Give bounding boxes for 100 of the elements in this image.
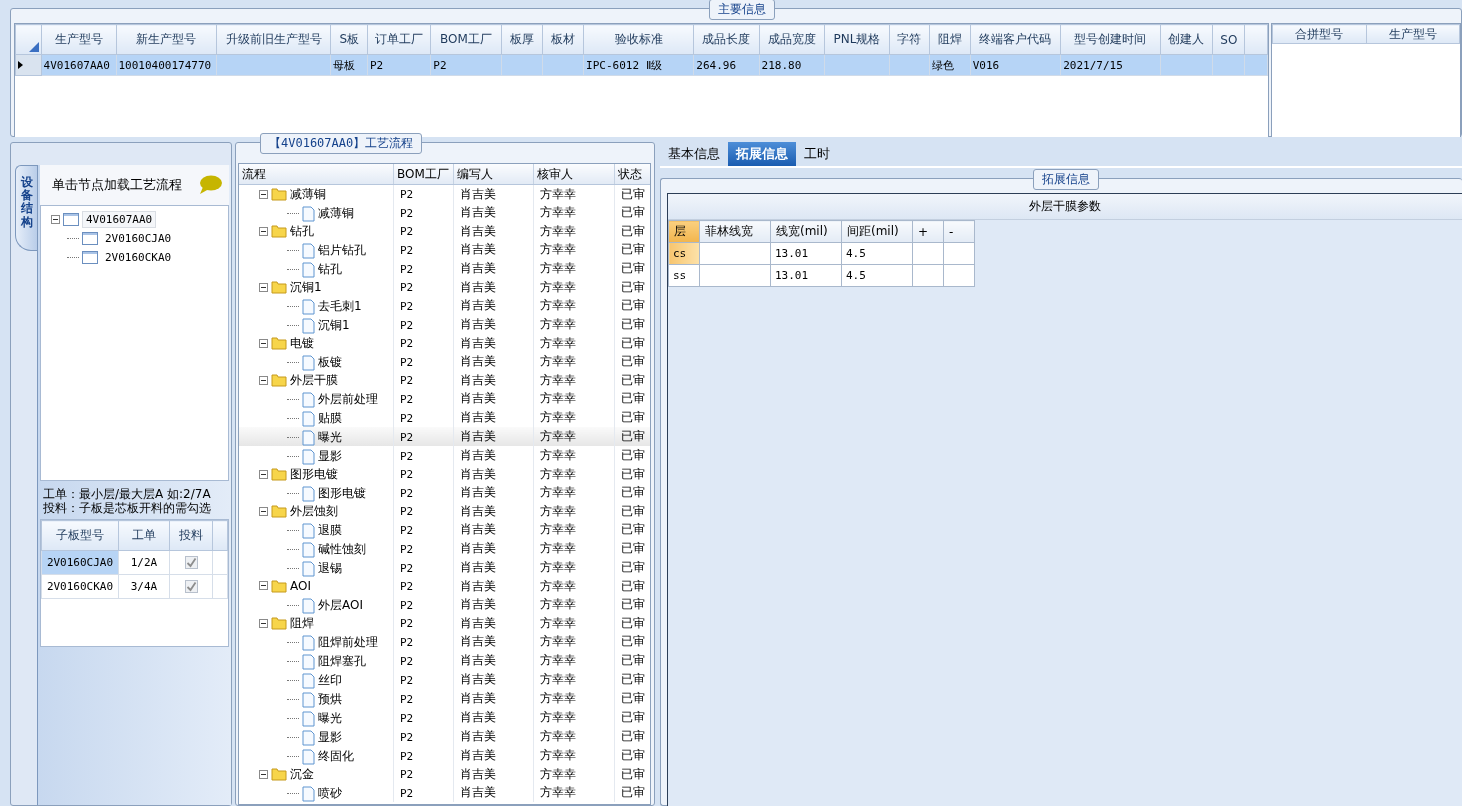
column-header[interactable]: 菲林线宽 [699,220,771,243]
process-row[interactable]: 铝片钻孔 P2 肖吉美 方幸幸 已审 [239,240,650,259]
column-header[interactable]: 编写人 [453,164,534,185]
column-header[interactable]: 字符 [889,24,930,55]
column-header[interactable]: 合拼型号 [1272,24,1366,44]
process-row[interactable]: AOI P2 肖吉美 方幸幸 已审 [239,577,650,595]
collapse-icon[interactable] [51,215,60,224]
tab[interactable]: 工时 [796,142,838,166]
data-row[interactable]: 4V01607AA0 10010400174770 母板 P2 P2 IPC-6012 Ⅱ级 264.96 218.80 绿色 V016 2021/7/15 [15,54,1268,76]
table-cell: P2 [400,730,414,744]
process-row[interactable]: 外层蚀刻 P2 肖吉美 方幸幸 已审 [239,502,650,520]
process-row[interactable]: 板镀 P2 肖吉美 方幸幸 已审 [239,352,650,371]
process-row[interactable]: 碱性蚀刻 P2 肖吉美 方幸幸 已审 [239,539,650,558]
column-header[interactable]: 工单 [118,520,170,551]
process-row[interactable]: 曝光 P2 肖吉美 方幸幸 已审 [239,427,650,446]
column-header[interactable]: 生产型号 [41,24,116,55]
process-row[interactable]: 沉金 P2 肖吉美 方幸幸 已审 [239,765,650,783]
step-name: 阻焊 [290,614,314,632]
note-text: 工单：最小层/最大层A 如:2/7A [42,487,212,501]
column-header[interactable]: 成品宽度 [759,24,825,55]
table-cell: 方幸幸 [540,597,576,611]
column-header[interactable]: 型号创建时间 [1060,24,1161,55]
table-cell: 264.96 [696,58,737,72]
process-row[interactable]: 减薄铜 P2 肖吉美 方幸幸 已审 [239,203,650,222]
collapse-icon[interactable] [259,189,268,199]
process-row[interactable]: 曝光 P2 肖吉美 方幸幸 已审 [239,708,650,727]
collapse-icon[interactable] [259,769,268,779]
process-row[interactable]: 钻孔 P2 肖吉美 方幸幸 已审 [239,259,650,278]
process-row[interactable]: 外层前处理 P2 肖吉美 方幸幸 已审 [239,389,650,408]
process-row[interactable]: 退锡 P2 肖吉美 方幸幸 已审 [239,558,650,577]
process-row[interactable]: 钻孔 P2 肖吉美 方幸幸 已审 [239,222,650,240]
column-header[interactable]: 升级前旧生产型号 [216,24,331,55]
column-header[interactable]: 创建人 [1160,24,1213,55]
column-header[interactable]: 成品长度 [693,24,760,55]
table-cell: 已审 [621,541,645,555]
column-header[interactable]: + [912,220,944,243]
process-row[interactable]: 显影 P2 肖吉美 方幸幸 已审 [239,727,650,746]
table-cell: P2 [433,58,447,72]
column-header[interactable]: 验收标准 [583,24,694,55]
column-header[interactable]: PNL规格 [824,24,890,55]
process-row[interactable]: 去毛刺1 P2 肖吉美 方幸幸 已审 [239,296,650,315]
node-icon [82,232,98,245]
column-header[interactable]: 状态 [614,164,650,185]
table-cell: 方幸幸 [540,298,576,312]
tree-node[interactable]: 2V0160CKA0 [101,249,176,266]
collapse-icon[interactable] [259,338,268,348]
column-header[interactable]: 层 [668,220,700,243]
column-header[interactable]: 订单工厂 [367,24,431,55]
process-row[interactable]: 预烘 P2 肖吉美 方幸幸 已审 [239,689,650,708]
side-tab[interactable]: 设备结构 [15,165,37,251]
column-header[interactable]: SO [1212,24,1245,55]
column-header[interactable]: 终端客户代码 [970,24,1061,55]
process-row[interactable]: 终固化 P2 肖吉美 方幸幸 已审 [239,746,650,765]
collapse-icon[interactable] [259,506,268,516]
tab[interactable]: 拓展信息 [728,142,796,166]
table-cell[interactable]: ss [668,264,700,287]
process-row[interactable]: 电镀 P2 肖吉美 方幸幸 已审 [239,334,650,352]
step-name: 曝光 [318,429,342,446]
step-name: 外层蚀刻 [290,502,338,520]
process-row[interactable]: 喷砂 P2 肖吉美 方幸幸 已审 [239,783,650,802]
column-header[interactable]: 子板型号 [41,520,119,551]
collapse-icon[interactable] [259,282,268,292]
folder-icon [271,187,287,201]
process-row[interactable]: 阻焊 P2 肖吉美 方幸幸 已审 [239,614,650,632]
column-header[interactable]: - [943,220,975,243]
tree-node[interactable]: 2V0160CJA0 [101,230,176,247]
process-row[interactable]: 沉铜1 P2 肖吉美 方幸幸 已审 [239,278,650,296]
tab[interactable]: 基本信息 [660,142,728,166]
column-header[interactable]: BOM工厂 [393,164,454,185]
column-header[interactable]: 投料 [169,520,213,551]
column-header[interactable]: BOM工厂 [430,24,502,55]
process-row[interactable]: 丝印 P2 肖吉美 方幸幸 已审 [239,670,650,689]
column-header[interactable]: S板 [330,24,368,55]
column-header[interactable]: 核审人 [533,164,615,185]
column-header[interactable]: 流程 [239,164,394,185]
column-header[interactable]: 生产型号 [1366,24,1460,44]
column-header[interactable]: 线宽(mil) [770,220,842,243]
process-row[interactable]: 退膜 P2 肖吉美 方幸幸 已审 [239,520,650,539]
process-row[interactable]: 显影 P2 肖吉美 方幸幸 已审 [239,446,650,465]
process-row[interactable]: 阻焊塞孔 P2 肖吉美 方幸幸 已审 [239,651,650,670]
column-header[interactable]: 阻焊 [929,24,971,55]
process-row[interactable]: 图形电镀 P2 肖吉美 方幸幸 已审 [239,465,650,483]
collapse-icon[interactable] [259,618,268,628]
column-header[interactable]: 板厚 [501,24,543,55]
process-row[interactable]: 减薄铜 P2 肖吉美 方幸幸 已审 [239,184,650,203]
collapse-icon[interactable] [259,469,268,479]
collapse-icon[interactable] [259,581,268,591]
collapse-icon[interactable] [259,375,268,385]
collapse-icon[interactable] [259,226,268,236]
process-row[interactable]: 外层干膜 P2 肖吉美 方幸幸 已审 [239,371,650,389]
process-row[interactable]: 图形电镀 P2 肖吉美 方幸幸 已审 [239,483,650,502]
table-cell[interactable]: cs [668,242,700,265]
table-cell: P2 [400,299,414,313]
process-row[interactable]: 沉铜1 P2 肖吉美 方幸幸 已审 [239,315,650,334]
column-header[interactable]: 间距(mil) [841,220,913,243]
process-row[interactable]: 外层AOI P2 肖吉美 方幸幸 已审 [239,595,650,614]
column-header[interactable]: 新生产型号 [116,24,217,55]
column-header[interactable]: 板材 [542,24,584,55]
process-row[interactable]: 阻焊前处理 P2 肖吉美 方幸幸 已审 [239,632,650,651]
tree-node[interactable]: 4V01607AA0 [82,211,157,228]
